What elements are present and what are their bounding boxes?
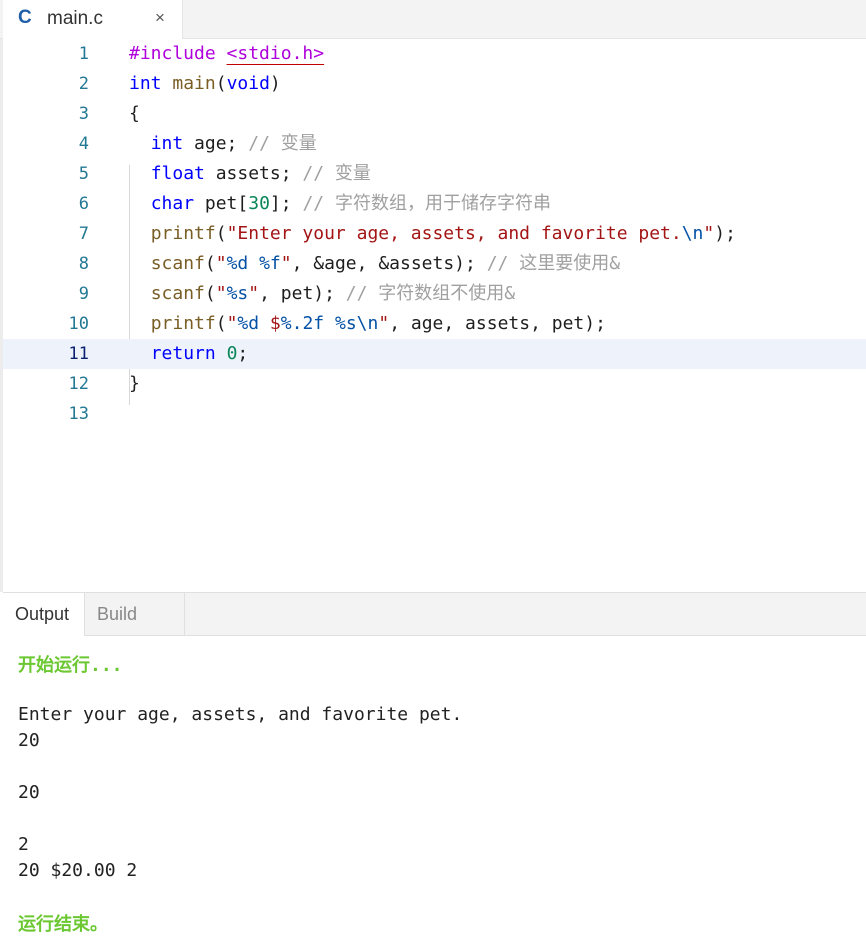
line-number: 6: [78, 194, 89, 214]
code-text: int age; // 变量: [150, 133, 317, 154]
code-text: printf("Enter your age, assets, and favo…: [150, 223, 736, 244]
run-start-message: 开始运行...: [18, 655, 123, 676]
line-number: 2: [78, 74, 89, 94]
code-line[interactable]: 1 #include <stdio.h>: [3, 39, 866, 69]
line-number: 7: [78, 224, 89, 244]
code-line[interactable]: 4 int age; // 变量: [3, 129, 866, 159]
code-line[interactable]: 3{: [3, 99, 866, 129]
line-number: 3: [78, 104, 89, 124]
line-number: 10: [68, 314, 89, 334]
code-text: {: [129, 103, 140, 124]
panel-tabs: Output Build Log: [3, 592, 866, 667]
editor-tab-bar: C main.c ×: [0, 0, 866, 39]
output-line: Enter your age, assets, and favorite pet…: [18, 704, 463, 725]
code-line[interactable]: 13: [3, 399, 866, 429]
code-line[interactable]: 6 char pet[30]; // 字符数组，用于储存字符串: [3, 189, 866, 219]
line-number: 1: [78, 44, 89, 64]
code-line[interactable]: 12}: [3, 369, 866, 399]
line-number: 5: [78, 164, 89, 184]
code-line[interactable]: 5 float assets; // 变量: [3, 159, 866, 189]
code-text: return 0;: [150, 343, 249, 364]
line-number: 12: [68, 374, 89, 394]
code-line[interactable]: 9 scanf("%s", pet); // 字符数组不使用&: [3, 279, 866, 309]
tab-main-c[interactable]: C main.c ×: [3, 0, 183, 39]
code-text: float assets; // 变量: [150, 163, 371, 184]
code-text: char pet[30]; // 字符数组，用于储存字符串: [150, 193, 551, 214]
line-number: 8: [78, 254, 89, 274]
code-line[interactable]: 7 printf("Enter your age, assets, and fa…: [3, 219, 866, 249]
code-text: #include <stdio.h>: [129, 43, 325, 64]
code-line[interactable]: 10 printf("%d $%.2f %s\n", age, assets, …: [3, 309, 866, 339]
output-line: 20 $20.00 2: [18, 860, 138, 881]
output-console: 开始运行... Enter your age, assets, and favo…: [3, 636, 866, 946]
code-editor[interactable]: 1 #include <stdio.h> 2 int main(void) 3{4 in…: [3, 39, 866, 592]
line-number: 9: [78, 284, 89, 304]
run-end-message: 运行结束。: [18, 914, 108, 935]
line-number: 13: [68, 404, 89, 424]
code-text: printf("%d $%.2f %s\n", age, assets, pet…: [150, 313, 606, 334]
tab-filename: main.c: [47, 8, 103, 29]
close-icon[interactable]: ×: [155, 8, 165, 28]
code-line[interactable]: 8 scanf("%d %f", &age, &assets); // 这里要使…: [3, 249, 866, 279]
code-text: int main(void): [129, 73, 281, 94]
code-line[interactable]: 2 int main(void): [3, 69, 866, 99]
code-text: scanf("%d %f", &age, &assets); // 这里要使用&: [150, 253, 621, 274]
code-text: scanf("%s", pet); // 字符数组不使用&: [150, 283, 516, 304]
code-text: }: [129, 373, 140, 394]
output-line: 20: [18, 782, 40, 803]
output-line: 20: [18, 730, 40, 751]
tab-build-log[interactable]: Build Log: [85, 593, 185, 667]
output-line: 2: [18, 834, 29, 855]
tab-output[interactable]: Output: [3, 593, 85, 636]
code-line[interactable]: 11 return 0;: [3, 339, 866, 369]
line-number: 4: [78, 134, 89, 154]
line-number: 11: [68, 344, 89, 364]
c-language-icon: C: [18, 7, 32, 28]
